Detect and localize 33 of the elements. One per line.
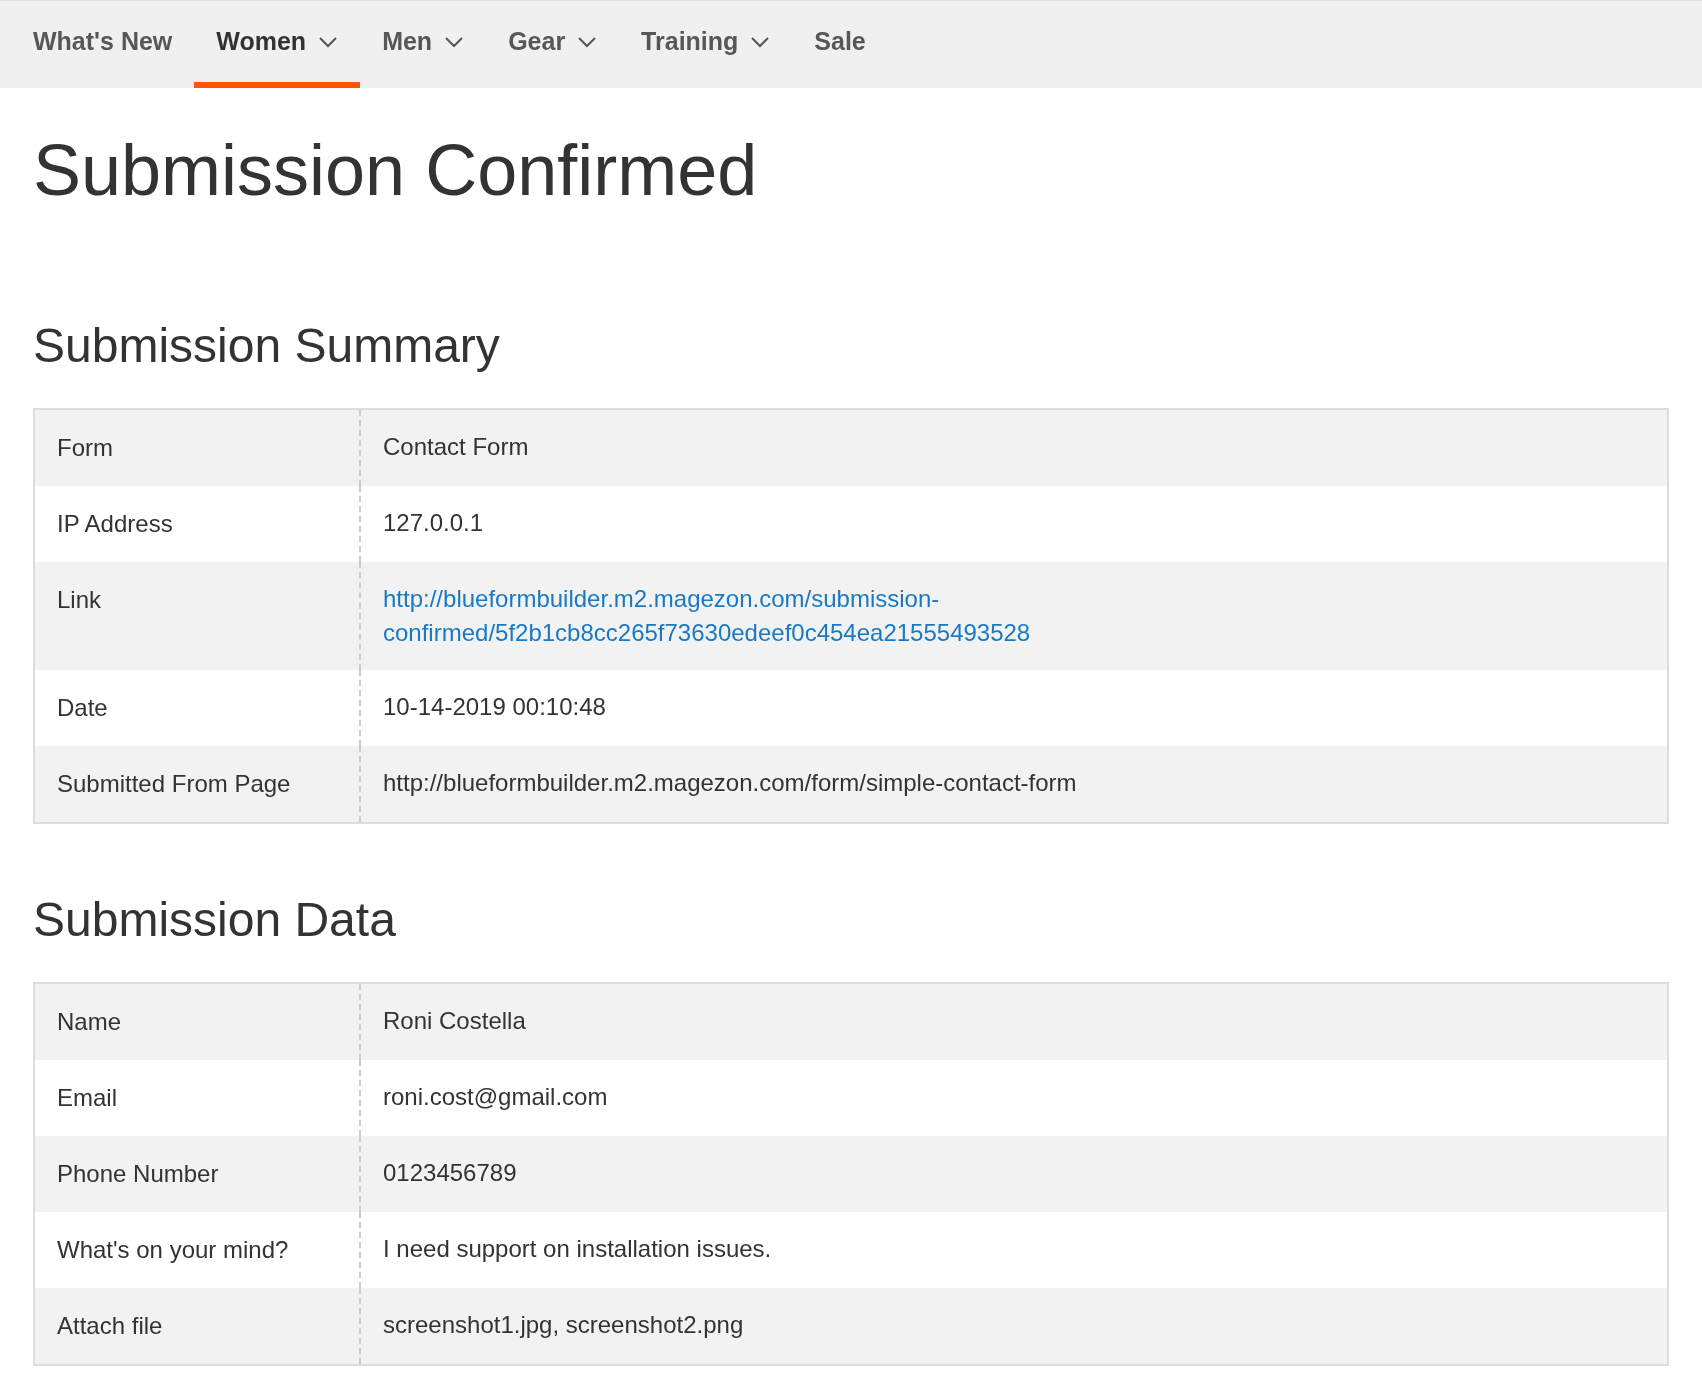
chevron-down-icon	[318, 35, 339, 48]
field-label: Name	[57, 1008, 122, 1035]
field-value: Roni Costella	[383, 1007, 526, 1034]
field-label: Date	[57, 694, 108, 721]
nav-tab[interactable]: Training	[619, 1, 793, 88]
field-value: I need support on installation issues.	[383, 1235, 772, 1262]
nav-tab[interactable]: What's New	[11, 1, 195, 88]
nav-tab[interactable]: Sale	[792, 1, 888, 88]
field-label: Attach file	[57, 1312, 163, 1339]
field-label: Submitted From Page	[57, 770, 291, 797]
section-heading: Submission Data	[33, 896, 397, 944]
field-value: 127.0.0.1	[383, 509, 484, 536]
chevron-down-icon	[750, 35, 771, 48]
field-label: Link	[57, 586, 102, 613]
field-value: 0123456789	[383, 1159, 517, 1186]
chevron-down-icon	[577, 35, 598, 48]
submission-link[interactable]: http://blueformbuilder.m2.magezon.com/submission-confirmed/5f2b1cb8cc265f73630edeef0c454ea21555493528	[383, 582, 1645, 650]
nav-tab[interactable]: Women	[194, 1, 361, 88]
field-label: IP Address	[57, 510, 173, 537]
section-heading: Submission Summary	[33, 322, 501, 370]
nav-tab[interactable]: Men	[360, 1, 487, 88]
field-label: What's on your mind?	[57, 1236, 289, 1263]
field-value: screenshot1.jpg, screenshot2.png	[383, 1311, 744, 1338]
field-label: Form	[57, 434, 113, 461]
nav-tab[interactable]: Gear	[486, 1, 620, 88]
field-value: roni.cost@gmail.com	[383, 1083, 608, 1110]
field-label: Email	[57, 1084, 117, 1111]
chevron-down-icon	[444, 35, 465, 48]
field-value: http://blueformbuilder.m2.magezon.com/form/simple-contact-form	[383, 769, 1077, 796]
page-title: Submission Confirmed	[33, 134, 759, 206]
field-value: 10-14-2019 00:10:48	[383, 693, 606, 720]
field-label: Phone Number	[57, 1160, 219, 1187]
field-value: Contact Form	[383, 433, 529, 460]
